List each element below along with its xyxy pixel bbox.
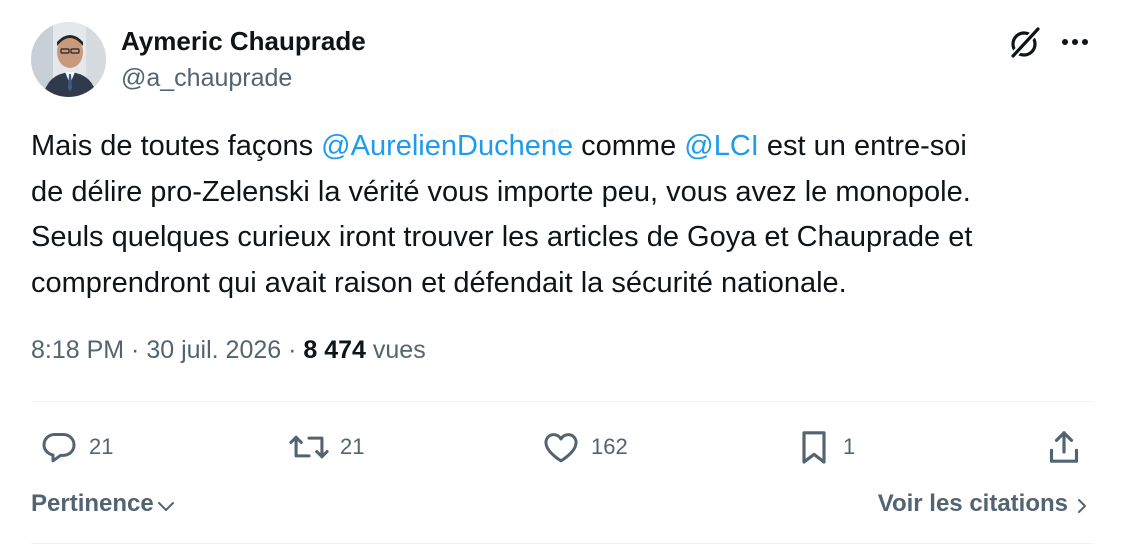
retweet-arrows-icon xyxy=(289,435,329,459)
tweet-text-segment: Mais de toutes façons xyxy=(31,130,322,162)
bookmark-icon xyxy=(802,431,826,464)
reply-button[interactable]: 21 xyxy=(39,425,113,469)
bookmark-button[interactable]: 1 xyxy=(795,425,855,469)
sort-label: Pertinence xyxy=(31,490,154,517)
author-handle[interactable]: @a_chauprade xyxy=(121,64,292,93)
tweet-date[interactable]: 30 juil. 2026 xyxy=(146,336,281,364)
share-upload-icon xyxy=(1049,431,1079,463)
share-button[interactable] xyxy=(1045,425,1083,469)
more-dots-icon[interactable] xyxy=(1058,28,1092,56)
retweet-count: 21 xyxy=(340,434,365,459)
meta-separator: · xyxy=(281,336,304,364)
mention-link[interactable]: @AurelienDuchene xyxy=(321,130,573,162)
tweet-meta: 8:18 PM · 30 juil. 2026 · 8 474 vues xyxy=(31,336,426,365)
tweet-text-segment: de délire pro-Zelenski la vérité vous im… xyxy=(31,175,971,208)
tweet-text-segment: est un entre-soi xyxy=(758,130,967,162)
views-count: 8 474 xyxy=(303,336,366,364)
grok-icon[interactable] xyxy=(1007,25,1043,61)
author-display-name[interactable]: Aymeric Chauprade xyxy=(121,26,366,57)
avatar[interactable] xyxy=(31,22,106,97)
avatar-image xyxy=(31,22,106,97)
mention-link[interactable]: @LCI xyxy=(684,130,759,162)
tweet-text-segment: Seuls quelques curieux iront trouver les… xyxy=(31,221,973,253)
retweet-button[interactable]: 21 xyxy=(288,425,364,469)
divider xyxy=(31,401,1093,402)
views-label: vues xyxy=(365,336,426,364)
tweet-text-segment: comprendront qui avait raison et défenda… xyxy=(31,266,847,299)
tweet-text: Mais de toutes façons @AurelienDuchene c… xyxy=(31,124,1101,306)
view-quotes-link[interactable]: Voir les citations xyxy=(878,490,1090,518)
tweet-text-line: de délire pro-Zelenski la vérité vous im… xyxy=(31,170,1101,216)
reply-count: 21 xyxy=(89,434,114,459)
reply-bubble-icon xyxy=(42,433,76,463)
chevron-right-icon xyxy=(1078,498,1086,513)
tweet-time[interactable]: 8:18 PM xyxy=(31,336,124,364)
tweet-text-segment: comme xyxy=(573,130,685,162)
quotes-label: Voir les citations xyxy=(877,490,1068,517)
meta-separator: · xyxy=(124,336,147,364)
like-button[interactable]: 162 xyxy=(541,425,628,469)
divider xyxy=(31,543,1093,544)
like-count: 162 xyxy=(591,434,628,459)
chevron-down-icon xyxy=(157,502,174,511)
tweet-text-line: Seuls quelques curieux iront trouver les… xyxy=(31,215,1101,261)
bookmark-count: 1 xyxy=(843,434,856,459)
tweet-text-line: comprendront qui avait raison et défenda… xyxy=(31,261,1101,307)
heart-icon xyxy=(544,433,578,463)
tweet-text-line: Mais de toutes façons @AurelienDuchene c… xyxy=(31,124,1101,170)
sort-dropdown[interactable]: Pertinence xyxy=(31,490,176,518)
